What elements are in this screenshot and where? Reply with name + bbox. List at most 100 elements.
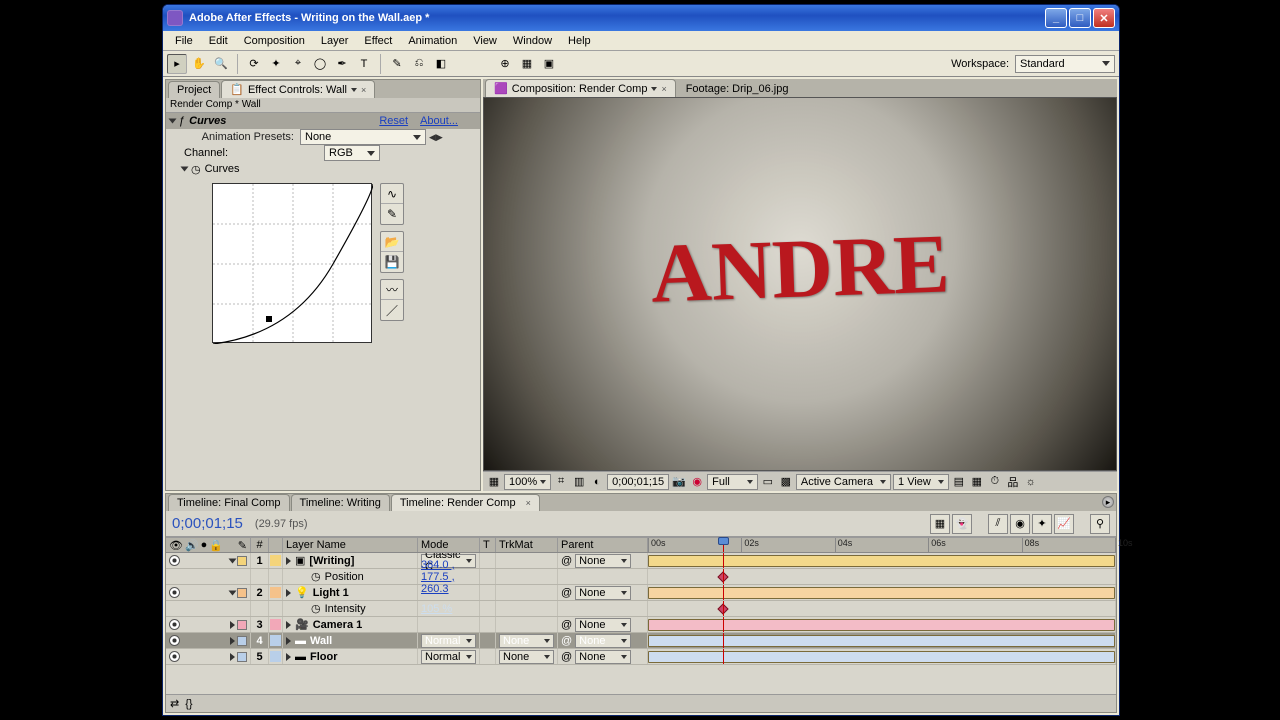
views-select[interactable]: 1 View: [893, 474, 949, 490]
presets-select[interactable]: None: [300, 129, 426, 145]
visibility-icon[interactable]: [169, 587, 180, 598]
col-source[interactable]: [269, 538, 283, 552]
roi-icon[interactable]: ▭: [760, 474, 776, 490]
show-channel-icon[interactable]: ◉: [689, 474, 705, 490]
reset-link[interactable]: Reset: [379, 115, 408, 127]
menu-edit[interactable]: Edit: [201, 33, 236, 49]
brainstorm-icon[interactable]: ✦: [1032, 514, 1052, 534]
type-tool-icon[interactable]: T: [354, 54, 374, 74]
shy-button-icon[interactable]: 👻: [952, 514, 972, 534]
dropdown[interactable]: None: [575, 618, 631, 632]
world-axis-icon[interactable]: ▦: [517, 54, 537, 74]
zoom-select[interactable]: 100%: [504, 474, 551, 490]
label-color-icon[interactable]: [237, 652, 247, 662]
clone-tool-icon[interactable]: ⎌: [409, 54, 429, 74]
pickwhip-icon[interactable]: @: [561, 635, 572, 647]
menu-file[interactable]: File: [167, 33, 201, 49]
menu-effect[interactable]: Effect: [356, 33, 400, 49]
timecode-display[interactable]: 0;00;01;15: [172, 515, 243, 532]
label-color-icon[interactable]: [237, 620, 247, 630]
view-axis-icon[interactable]: ▣: [539, 54, 559, 74]
frame-blend-icon[interactable]: ⫽: [988, 514, 1008, 534]
close-tab-icon[interactable]: ×: [526, 498, 531, 508]
tab-project[interactable]: Project: [168, 81, 220, 98]
curve-pencil-icon[interactable]: ✎: [381, 204, 403, 224]
fx-enable-icon[interactable]: ƒ: [179, 115, 185, 127]
label-color-icon[interactable]: [237, 588, 247, 598]
visibility-icon[interactable]: [169, 651, 180, 662]
channel-icon[interactable]: ◐: [589, 474, 605, 490]
menu-help[interactable]: Help: [560, 33, 599, 49]
rotate-tool-icon[interactable]: ⟳: [244, 54, 264, 74]
stopwatch-icon[interactable]: ◷: [191, 163, 201, 176]
layer-row[interactable]: 4 ▬Wall Normal None @None: [166, 633, 1116, 649]
exposure-icon[interactable]: ☼: [1023, 474, 1039, 490]
dropdown[interactable]: None: [575, 554, 631, 568]
tab-timeline-final[interactable]: Timeline: Final Comp: [168, 494, 290, 511]
hand-tool-icon[interactable]: ✋: [189, 54, 209, 74]
col-trkmat[interactable]: TrkMat: [496, 538, 558, 552]
resolution-icon[interactable]: ⌗: [553, 474, 569, 490]
col-t[interactable]: T: [480, 538, 496, 552]
twirl-icon[interactable]: [229, 590, 237, 595]
close-button[interactable]: ✕: [1093, 8, 1115, 28]
label-color-icon[interactable]: [237, 556, 247, 566]
tab-effect-controls[interactable]: 📋Effect Controls: Wall×: [221, 80, 375, 98]
property-row[interactable]: ◷Intensity 105 %: [166, 601, 1116, 617]
stopwatch-icon[interactable]: ◷: [311, 602, 321, 615]
about-link[interactable]: About...: [420, 115, 458, 127]
channel-select[interactable]: RGB: [324, 145, 380, 161]
current-time-indicator[interactable]: [723, 538, 724, 552]
transparency-icon[interactable]: ▩: [778, 474, 794, 490]
dropdown[interactable]: None: [499, 650, 554, 664]
twirl-icon[interactable]: [286, 589, 291, 597]
menu-composition[interactable]: Composition: [236, 33, 313, 49]
twirl-icon[interactable]: [181, 167, 189, 172]
resolution-select[interactable]: Full: [707, 474, 758, 490]
zoom-tool-icon[interactable]: 🔍: [211, 54, 231, 74]
menu-view[interactable]: View: [465, 33, 505, 49]
stopwatch-icon[interactable]: ◷: [311, 570, 321, 583]
close-tab-icon[interactable]: ×: [361, 85, 366, 95]
curve-linear-icon[interactable]: ／: [381, 300, 403, 320]
time-ruler[interactable]: 00s02s04s06s08s10s: [648, 538, 1116, 552]
time-display[interactable]: 0;00;01;15: [607, 474, 669, 490]
effect-header[interactable]: ƒ Curves Reset About...: [166, 113, 480, 129]
pickwhip-icon[interactable]: @: [561, 651, 572, 663]
grid-icon[interactable]: ▦: [486, 474, 502, 490]
col-number[interactable]: #: [251, 538, 269, 552]
pickwhip-icon[interactable]: @: [561, 619, 572, 631]
curve-open-icon[interactable]: 📂: [381, 232, 403, 252]
tab-timeline-render[interactable]: Timeline: Render Comp×: [391, 494, 540, 511]
layer-row[interactable]: 5 ▬Floor Normal None @None: [166, 649, 1116, 665]
toggle-switches-icon[interactable]: ⇄: [170, 697, 179, 710]
tab-composition[interactable]: 🟪Composition: Render Comp×: [485, 79, 676, 97]
menu-layer[interactable]: Layer: [313, 33, 357, 49]
menu-animation[interactable]: Animation: [400, 33, 465, 49]
pixel-aspect-icon[interactable]: ▤: [951, 474, 967, 490]
twirl-icon[interactable]: [230, 653, 235, 661]
camera-select[interactable]: Active Camera: [796, 474, 891, 490]
layer-row[interactable]: 3 🎥Camera 1 @None: [166, 617, 1116, 633]
close-tab-icon[interactable]: ×: [661, 84, 666, 94]
motion-blur-icon[interactable]: ◉: [1010, 514, 1030, 534]
preset-prev-icon[interactable]: ◀: [429, 132, 436, 143]
twirl-icon[interactable]: [230, 621, 235, 629]
twirl-icon[interactable]: [286, 621, 291, 629]
curve-save-icon[interactable]: 💾: [381, 252, 403, 272]
shape-tool-icon[interactable]: ◯: [310, 54, 330, 74]
layer-row[interactable]: 2 💡Light 1 @None: [166, 585, 1116, 601]
pickwhip-icon[interactable]: @: [561, 587, 572, 599]
dropdown[interactable]: None: [499, 634, 554, 648]
curve-smooth-icon[interactable]: 〰: [381, 280, 403, 300]
pickwhip-icon[interactable]: @: [561, 555, 572, 567]
dropdown[interactable]: Normal: [421, 634, 476, 648]
visibility-icon[interactable]: [169, 555, 180, 566]
dropdown[interactable]: None: [575, 634, 631, 648]
twirl-icon[interactable]: [286, 557, 291, 565]
dropdown[interactable]: None: [575, 650, 631, 664]
panel-menu-icon[interactable]: ▸: [1102, 496, 1114, 508]
safe-zones-icon[interactable]: ▥: [571, 474, 587, 490]
col-parent[interactable]: Parent: [558, 538, 648, 552]
brush-tool-icon[interactable]: ✎: [387, 54, 407, 74]
